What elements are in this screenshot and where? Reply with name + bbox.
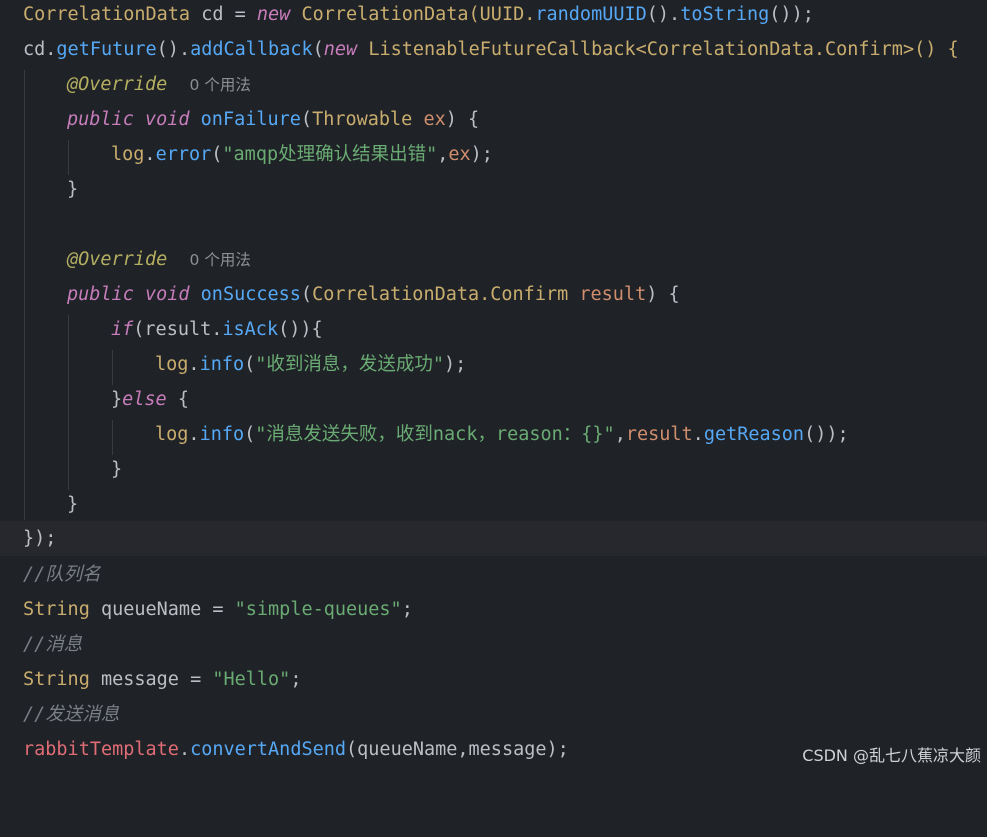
- comment-text: //消息: [23, 634, 83, 655]
- code-editor[interactable]: CorrelationData cd = new CorrelationData…: [0, 0, 987, 772]
- code-line[interactable]: @Override 0 个用法: [0, 242, 987, 277]
- code-line[interactable]: public void onSuccess(CorrelationData.Co…: [0, 277, 987, 312]
- code-line[interactable]: }else {: [0, 382, 987, 417]
- code-text: if(result.isAck()){: [111, 319, 323, 340]
- code-text: public void onFailure(Throwable ex) {: [67, 109, 480, 130]
- csdn-watermark: CSDN @乱七八蕉凉大颜: [802, 746, 981, 765]
- code-line[interactable]: [0, 207, 987, 242]
- code-text: log.info("消息发送失败，收到nack，reason：{}",resul…: [155, 424, 849, 445]
- code-line[interactable]: public void onFailure(Throwable ex) {: [0, 102, 987, 137]
- code-text: rabbitTemplate.convertAndSend(queueName,…: [23, 739, 569, 760]
- usage-hint[interactable]: 0 个用法: [190, 76, 251, 94]
- code-line[interactable]: log.error("amqp处理确认结果出错",ex);: [0, 137, 987, 172]
- code-text: String queueName = "simple-queues";: [23, 599, 413, 620]
- code-line[interactable]: @Override 0 个用法: [0, 67, 987, 102]
- code-line[interactable]: //消息: [0, 627, 987, 662]
- comment-text: //队列名: [23, 564, 101, 585]
- code-text: log.error("amqp处理确认结果出错",ex);: [111, 144, 493, 165]
- code-text: String message = "Hello";: [23, 669, 302, 690]
- code-text: }: [67, 179, 79, 200]
- code-text: @Override 0 个用法: [67, 249, 251, 270]
- code-text: CorrelationData cd = new CorrelationData…: [23, 4, 814, 25]
- code-text: }: [67, 494, 79, 515]
- code-line[interactable]: }: [0, 452, 987, 487]
- code-line[interactable]: }: [0, 487, 987, 522]
- code-line[interactable]: log.info("收到消息，发送成功");: [0, 347, 987, 382]
- usage-hint[interactable]: 0 个用法: [190, 251, 251, 269]
- code-line[interactable]: CorrelationData cd = new CorrelationData…: [0, 0, 987, 32]
- code-line[interactable]: String message = "Hello";: [0, 662, 987, 697]
- current-code-line[interactable]: });: [0, 521, 987, 556]
- code-line[interactable]: //发送消息: [0, 697, 987, 732]
- code-text: @Override 0 个用法: [67, 74, 251, 95]
- code-line[interactable]: log.info("消息发送失败，收到nack，reason：{}",resul…: [0, 417, 987, 452]
- code-text: });: [23, 528, 57, 549]
- code-text: cd.getFuture().addCallback(new Listenabl…: [23, 39, 959, 60]
- code-line[interactable]: String queueName = "simple-queues";: [0, 592, 987, 627]
- code-line[interactable]: if(result.isAck()){: [0, 312, 987, 347]
- comment-text: //发送消息: [23, 704, 120, 725]
- code-text: public void onSuccess(CorrelationData.Co…: [67, 284, 680, 305]
- code-line[interactable]: }: [0, 172, 987, 207]
- code-text: log.info("收到消息，发送成功");: [155, 354, 467, 375]
- code-line[interactable]: //队列名: [0, 557, 987, 592]
- code-text: }else {: [111, 389, 189, 410]
- code-line[interactable]: cd.getFuture().addCallback(new Listenabl…: [0, 32, 987, 67]
- code-text: }: [111, 459, 123, 480]
